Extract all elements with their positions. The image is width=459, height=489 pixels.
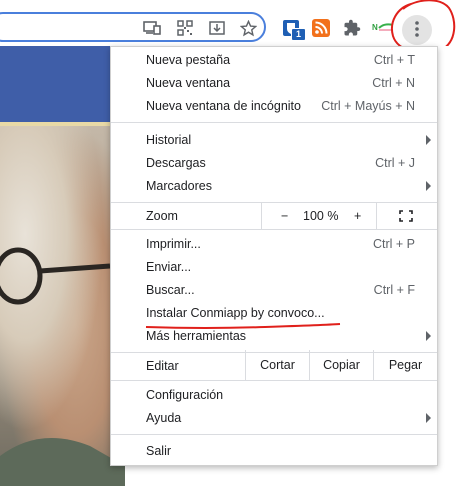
menu-item-label: Configuración (146, 388, 224, 402)
menu-item-settings[interactable]: Configuración (111, 384, 437, 406)
menu-item-label: Nueva ventana de incógnito (146, 99, 301, 113)
menu-item-shortcut: Ctrl + Mayús + N (321, 99, 415, 113)
qr-code-icon[interactable] (176, 19, 194, 37)
menu-item-find[interactable]: Buscar... Ctrl + F (111, 279, 437, 301)
menu-item-print[interactable]: Imprimir... Ctrl + P (111, 233, 437, 255)
green-extension-icon[interactable]: N (372, 17, 394, 39)
background-photo (0, 126, 125, 486)
page-right-edge (438, 46, 459, 486)
bookmark-star-icon[interactable] (239, 19, 257, 37)
menu-item-install-app[interactable]: Instalar Conmiapp by convoco... (111, 302, 437, 324)
edit-label: Editar (146, 359, 179, 373)
menu-item-help[interactable]: Ayuda (111, 407, 437, 429)
menu-item-history[interactable]: Historial (111, 129, 437, 151)
menu-item-bookmarks[interactable]: Marcadores (111, 175, 437, 197)
menu-item-label: Ayuda (146, 411, 182, 425)
menu-item-label: Más herramientas (146, 329, 247, 343)
menu-item-downloads[interactable]: Descargas Ctrl + J (111, 152, 437, 174)
menu-item-shortcut: Ctrl + J (375, 156, 415, 170)
submenu-arrow-icon (426, 181, 431, 191)
menu-item-label: Historial (146, 133, 192, 147)
menu-separator (111, 380, 437, 381)
kebab-menu-icon (415, 20, 419, 40)
zoom-in-button[interactable]: + (354, 209, 361, 223)
menu-item-label: Instalar Conmiapp by convoco... (146, 306, 325, 320)
zoom-out-button[interactable]: − (281, 209, 288, 223)
site-banner (0, 46, 125, 122)
menu-item-label: Buscar... (146, 283, 195, 297)
rss-extension-icon[interactable] (310, 17, 332, 39)
copy-button[interactable]: Copiar (309, 350, 373, 380)
menu-item-new-window[interactable]: Nueva ventana Ctrl + N (111, 72, 437, 94)
zoom-row: Zoom − 100 % + (111, 203, 437, 229)
submenu-arrow-icon (426, 135, 431, 145)
chrome-menu-button[interactable] (402, 15, 432, 45)
svg-text:N: N (372, 23, 378, 32)
menu-item-label: Enviar... (146, 260, 192, 274)
glasses-graphic (0, 247, 125, 486)
browser-toolbar: 1 N (0, 0, 459, 54)
extensions-puzzle-icon[interactable] (341, 17, 363, 39)
install-app-icon[interactable] (143, 19, 161, 37)
chrome-main-menu: Nueva pestaña Ctrl + T Nueva ventana Ctr… (110, 46, 438, 466)
paste-button[interactable]: Pegar (373, 350, 437, 380)
submenu-arrow-icon (426, 331, 431, 341)
menu-item-exit[interactable]: Salir (111, 440, 437, 462)
cut-button[interactable]: Cortar (245, 350, 309, 380)
edit-row: Editar Cortar Copiar Pegar (111, 350, 437, 380)
menu-item-new-tab[interactable]: Nueva pestaña Ctrl + T (111, 49, 437, 71)
menu-item-label: Imprimir... (146, 237, 201, 251)
menu-item-more-tools[interactable]: Más herramientas (111, 325, 437, 347)
bitwarden-extension-icon[interactable]: 1 (280, 17, 306, 41)
zoom-level: 100 % (303, 209, 339, 223)
menu-separator (111, 229, 437, 230)
download-page-icon[interactable] (208, 19, 226, 37)
submenu-arrow-icon (426, 413, 431, 423)
menu-separator (111, 122, 437, 123)
address-bar[interactable] (0, 12, 266, 42)
menu-item-incognito-window[interactable]: Nueva ventana de incógnito Ctrl + Mayús … (111, 95, 437, 117)
zoom-label: Zoom (146, 209, 178, 223)
menu-item-label: Nueva pestaña (146, 53, 231, 67)
menu-item-label: Descargas (146, 156, 206, 170)
menu-item-label: Salir (146, 444, 172, 458)
fullscreen-icon[interactable] (399, 210, 413, 222)
menu-separator (111, 434, 437, 435)
menu-item-shortcut: Ctrl + T (373, 53, 415, 67)
menu-item-shortcut: Ctrl + N (372, 76, 415, 90)
menu-item-label: Nueva ventana (146, 76, 231, 90)
menu-item-shortcut: Ctrl + F (373, 283, 415, 297)
menu-item-label: Marcadores (146, 179, 212, 193)
menu-item-send[interactable]: Enviar... (111, 256, 437, 278)
extension-badge: 1 (291, 28, 306, 41)
menu-item-shortcut: Ctrl + P (372, 237, 415, 251)
